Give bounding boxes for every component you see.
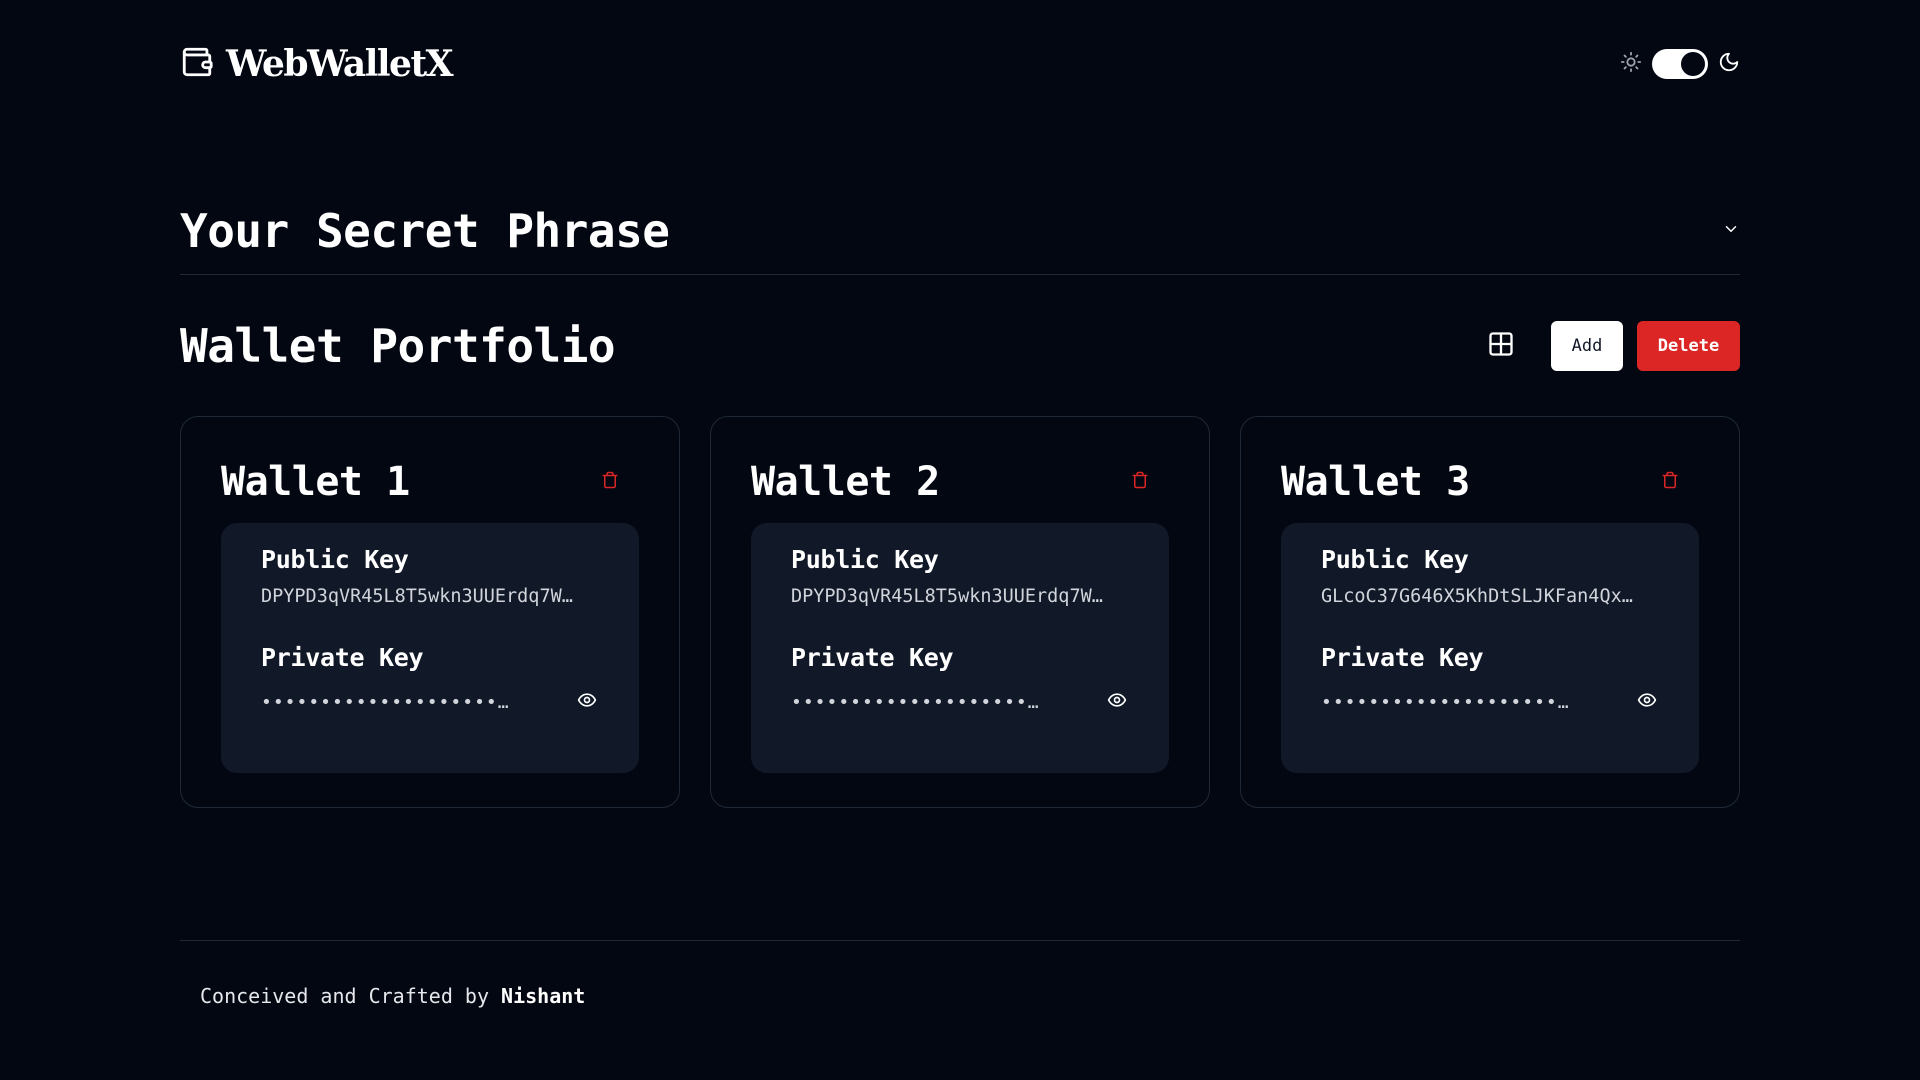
wallet-title: Wallet 3 <box>1281 459 1470 505</box>
public-key-label: Public Key <box>1321 545 1469 574</box>
private-key-label: Private Key <box>261 643 424 672</box>
portfolio-title: Wallet Portfolio <box>180 319 616 373</box>
grid-view-icon <box>1487 330 1515 362</box>
delete-wallets-button[interactable]: Delete <box>1637 321 1740 371</box>
private-key-row: ••••••••••••••••••••… <box>791 690 1129 714</box>
portfolio-actions: Add Delete <box>1477 321 1740 371</box>
secret-phrase-accordion[interactable]: Your Secret Phrase <box>180 200 1740 275</box>
private-key-label: Private Key <box>1321 643 1484 672</box>
trash-icon[interactable] <box>1661 471 1679 493</box>
private-key-value[interactable]: ••••••••••••••••••••… <box>791 692 1040 713</box>
footer: Conceived and Crafted by Nishant <box>200 984 585 1008</box>
wallet-card-header: Wallet 1 <box>221 457 639 507</box>
wallet-title: Wallet 2 <box>751 459 940 505</box>
header: WebWalletX <box>180 40 1740 88</box>
wallet-list: Wallet 1 Public Key DPYPD3qVR45L8T5wkn3U… <box>180 416 1740 808</box>
moon-icon <box>1718 51 1740 77</box>
wallet-icon <box>180 45 214 83</box>
eye-icon[interactable] <box>1637 690 1657 714</box>
brand-name: WebWalletX <box>226 43 454 85</box>
brand[interactable]: WebWalletX <box>180 43 454 85</box>
private-key-row: ••••••••••••••••••••… <box>1321 690 1659 714</box>
wallet-keys-panel: Public Key DPYPD3qVR45L8T5wkn3UUErdq7W… … <box>751 523 1169 773</box>
wallet-card-header: Wallet 2 <box>751 457 1169 507</box>
theme-toggle[interactable] <box>1652 49 1708 79</box>
private-key-value[interactable]: ••••••••••••••••••••… <box>261 692 510 713</box>
add-wallet-button[interactable]: Add <box>1551 321 1623 371</box>
wallet-keys-panel: Public Key DPYPD3qVR45L8T5wkn3UUErdq7W… … <box>221 523 639 773</box>
eye-icon[interactable] <box>577 690 597 714</box>
trash-icon[interactable] <box>1131 471 1149 493</box>
public-key-value[interactable]: DPYPD3qVR45L8T5wkn3UUErdq7W… <box>791 586 1129 607</box>
wallet-card: Wallet 1 Public Key DPYPD3qVR45L8T5wkn3U… <box>180 416 680 808</box>
toggle-knob <box>1681 52 1705 76</box>
private-key-value[interactable]: ••••••••••••••••••••… <box>1321 692 1570 713</box>
wallet-card-header: Wallet 3 <box>1281 457 1699 507</box>
eye-icon[interactable] <box>1107 690 1127 714</box>
secret-phrase-title: Your Secret Phrase <box>180 204 670 258</box>
sun-icon <box>1620 51 1642 77</box>
public-key-value[interactable]: GLcoC37G646X5KhDtSLJKFan4Qx… <box>1321 586 1659 607</box>
wallet-card: Wallet 3 Public Key GLcoC37G646X5KhDtSLJ… <box>1240 416 1740 808</box>
footer-author[interactable]: Nishant <box>501 984 585 1008</box>
wallet-title: Wallet 1 <box>221 459 410 505</box>
footer-text: Conceived and Crafted by <box>200 984 489 1008</box>
portfolio-header: Wallet Portfolio Add Delete <box>180 319 1740 373</box>
public-key-value[interactable]: DPYPD3qVR45L8T5wkn3UUErdq7W… <box>261 586 599 607</box>
trash-icon[interactable] <box>601 471 619 493</box>
public-key-label: Public Key <box>791 545 939 574</box>
public-key-label: Public Key <box>261 545 409 574</box>
private-key-row: ••••••••••••••••••••… <box>261 690 599 714</box>
footer-divider <box>180 940 1740 941</box>
app-root: WebWalletX Your Secret Phrase Wallet Por… <box>180 0 1740 1080</box>
chevron-down-icon[interactable] <box>1722 220 1740 274</box>
private-key-label: Private Key <box>791 643 954 672</box>
theme-switch <box>1620 49 1740 79</box>
wallet-keys-panel: Public Key GLcoC37G646X5KhDtSLJKFan4Qx… … <box>1281 523 1699 773</box>
grid-view-button[interactable] <box>1477 322 1525 370</box>
wallet-card: Wallet 2 Public Key DPYPD3qVR45L8T5wkn3U… <box>710 416 1210 808</box>
